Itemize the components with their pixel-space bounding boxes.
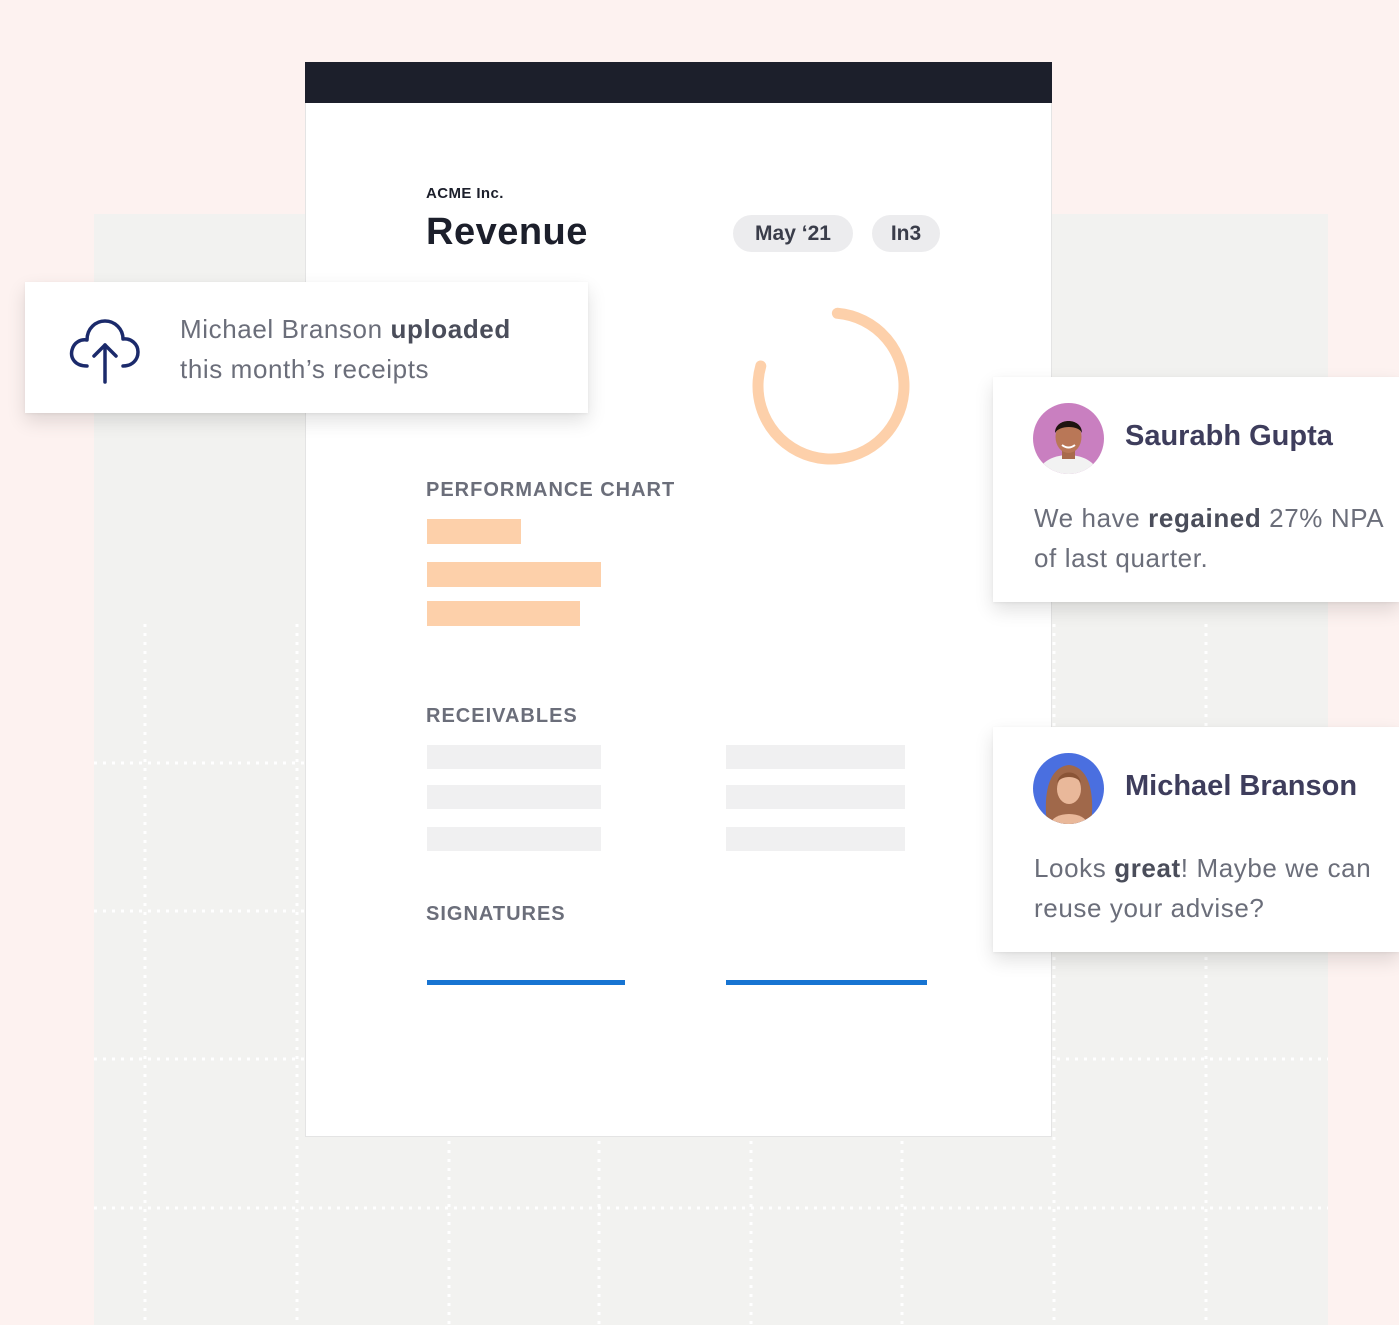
upload-notification-card[interactable]: Michael Branson uploaded this month’s re… [25, 282, 588, 413]
commenter-name: Michael Branson [1125, 770, 1358, 802]
receivable-placeholder [427, 745, 601, 769]
org-pill[interactable]: In3 [872, 215, 940, 252]
avatar[interactable] [1033, 403, 1104, 474]
avatar[interactable] [1033, 753, 1104, 824]
upload-detail: this month’s receipts [180, 354, 430, 384]
receivable-placeholder [427, 827, 601, 851]
comment-text-bold: regained [1148, 503, 1262, 533]
performance-bar [427, 519, 521, 544]
receivable-placeholder [726, 827, 905, 851]
comment-text-part: Looks [1034, 853, 1115, 883]
performance-bar [427, 562, 601, 587]
signature-line[interactable] [726, 980, 927, 985]
upload-user: Michael Branson [180, 314, 383, 344]
document-header-bar [305, 62, 1052, 103]
company-name: ACME Inc. [426, 185, 504, 202]
comment-card[interactable]: Michael Branson Looks great! Maybe we ca… [993, 727, 1399, 952]
comment-text-part: We have [1034, 503, 1149, 533]
upload-action: uploaded [390, 314, 511, 344]
cloud-upload-icon [69, 319, 140, 384]
receivable-placeholder [427, 785, 601, 809]
revenue-document: ACME Inc. Revenue May ‘21 In3 PERFORMANC… [305, 62, 1052, 1137]
document-title: Revenue [426, 211, 588, 253]
comment-text-bold: great [1114, 853, 1181, 883]
receivables-label: RECEIVABLES [426, 705, 578, 727]
comment-card[interactable]: Saurabh Gupta We have regained 27% NPA o… [993, 377, 1399, 602]
upload-message: Michael Branson uploaded this month’s re… [180, 309, 511, 389]
date-pill[interactable]: May ‘21 [733, 215, 853, 252]
progress-ring-arc [752, 307, 910, 465]
receivable-placeholder [726, 785, 905, 809]
receivable-placeholder [726, 745, 905, 769]
signature-line[interactable] [427, 980, 625, 985]
progress-ring [752, 307, 910, 465]
performance-bar [427, 601, 580, 626]
commenter-name: Saurabh Gupta [1125, 420, 1333, 452]
signatures-label: SIGNATURES [426, 903, 566, 925]
performance-chart-label: PERFORMANCE CHART [426, 479, 676, 501]
comment-text: Looks great! Maybe we can reuse your adv… [1034, 848, 1384, 928]
comment-text: We have regained 27% NPA of last quarter… [1034, 498, 1384, 578]
